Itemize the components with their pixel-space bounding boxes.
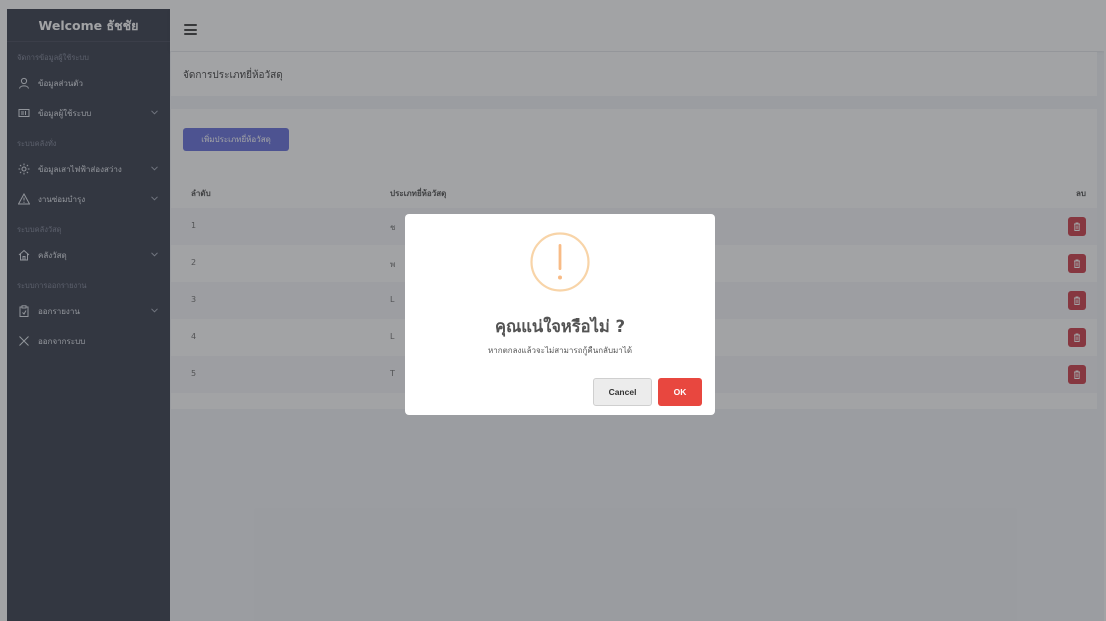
- ok-button[interactable]: OK: [658, 378, 702, 406]
- dialog-title: คุณแน่ใจหรือไม่ ?: [494, 317, 626, 336]
- confirm-dialog: คุณแน่ใจหรือไม่ ? หากตกลงแล้วจะไม่สามารถ…: [405, 214, 715, 415]
- dialog-text: หากตกลงแล้วจะไม่สามารถกู้คืนกลับมาได้: [487, 346, 633, 355]
- warning-icon: [529, 231, 591, 293]
- cancel-button[interactable]: Cancel: [593, 378, 652, 406]
